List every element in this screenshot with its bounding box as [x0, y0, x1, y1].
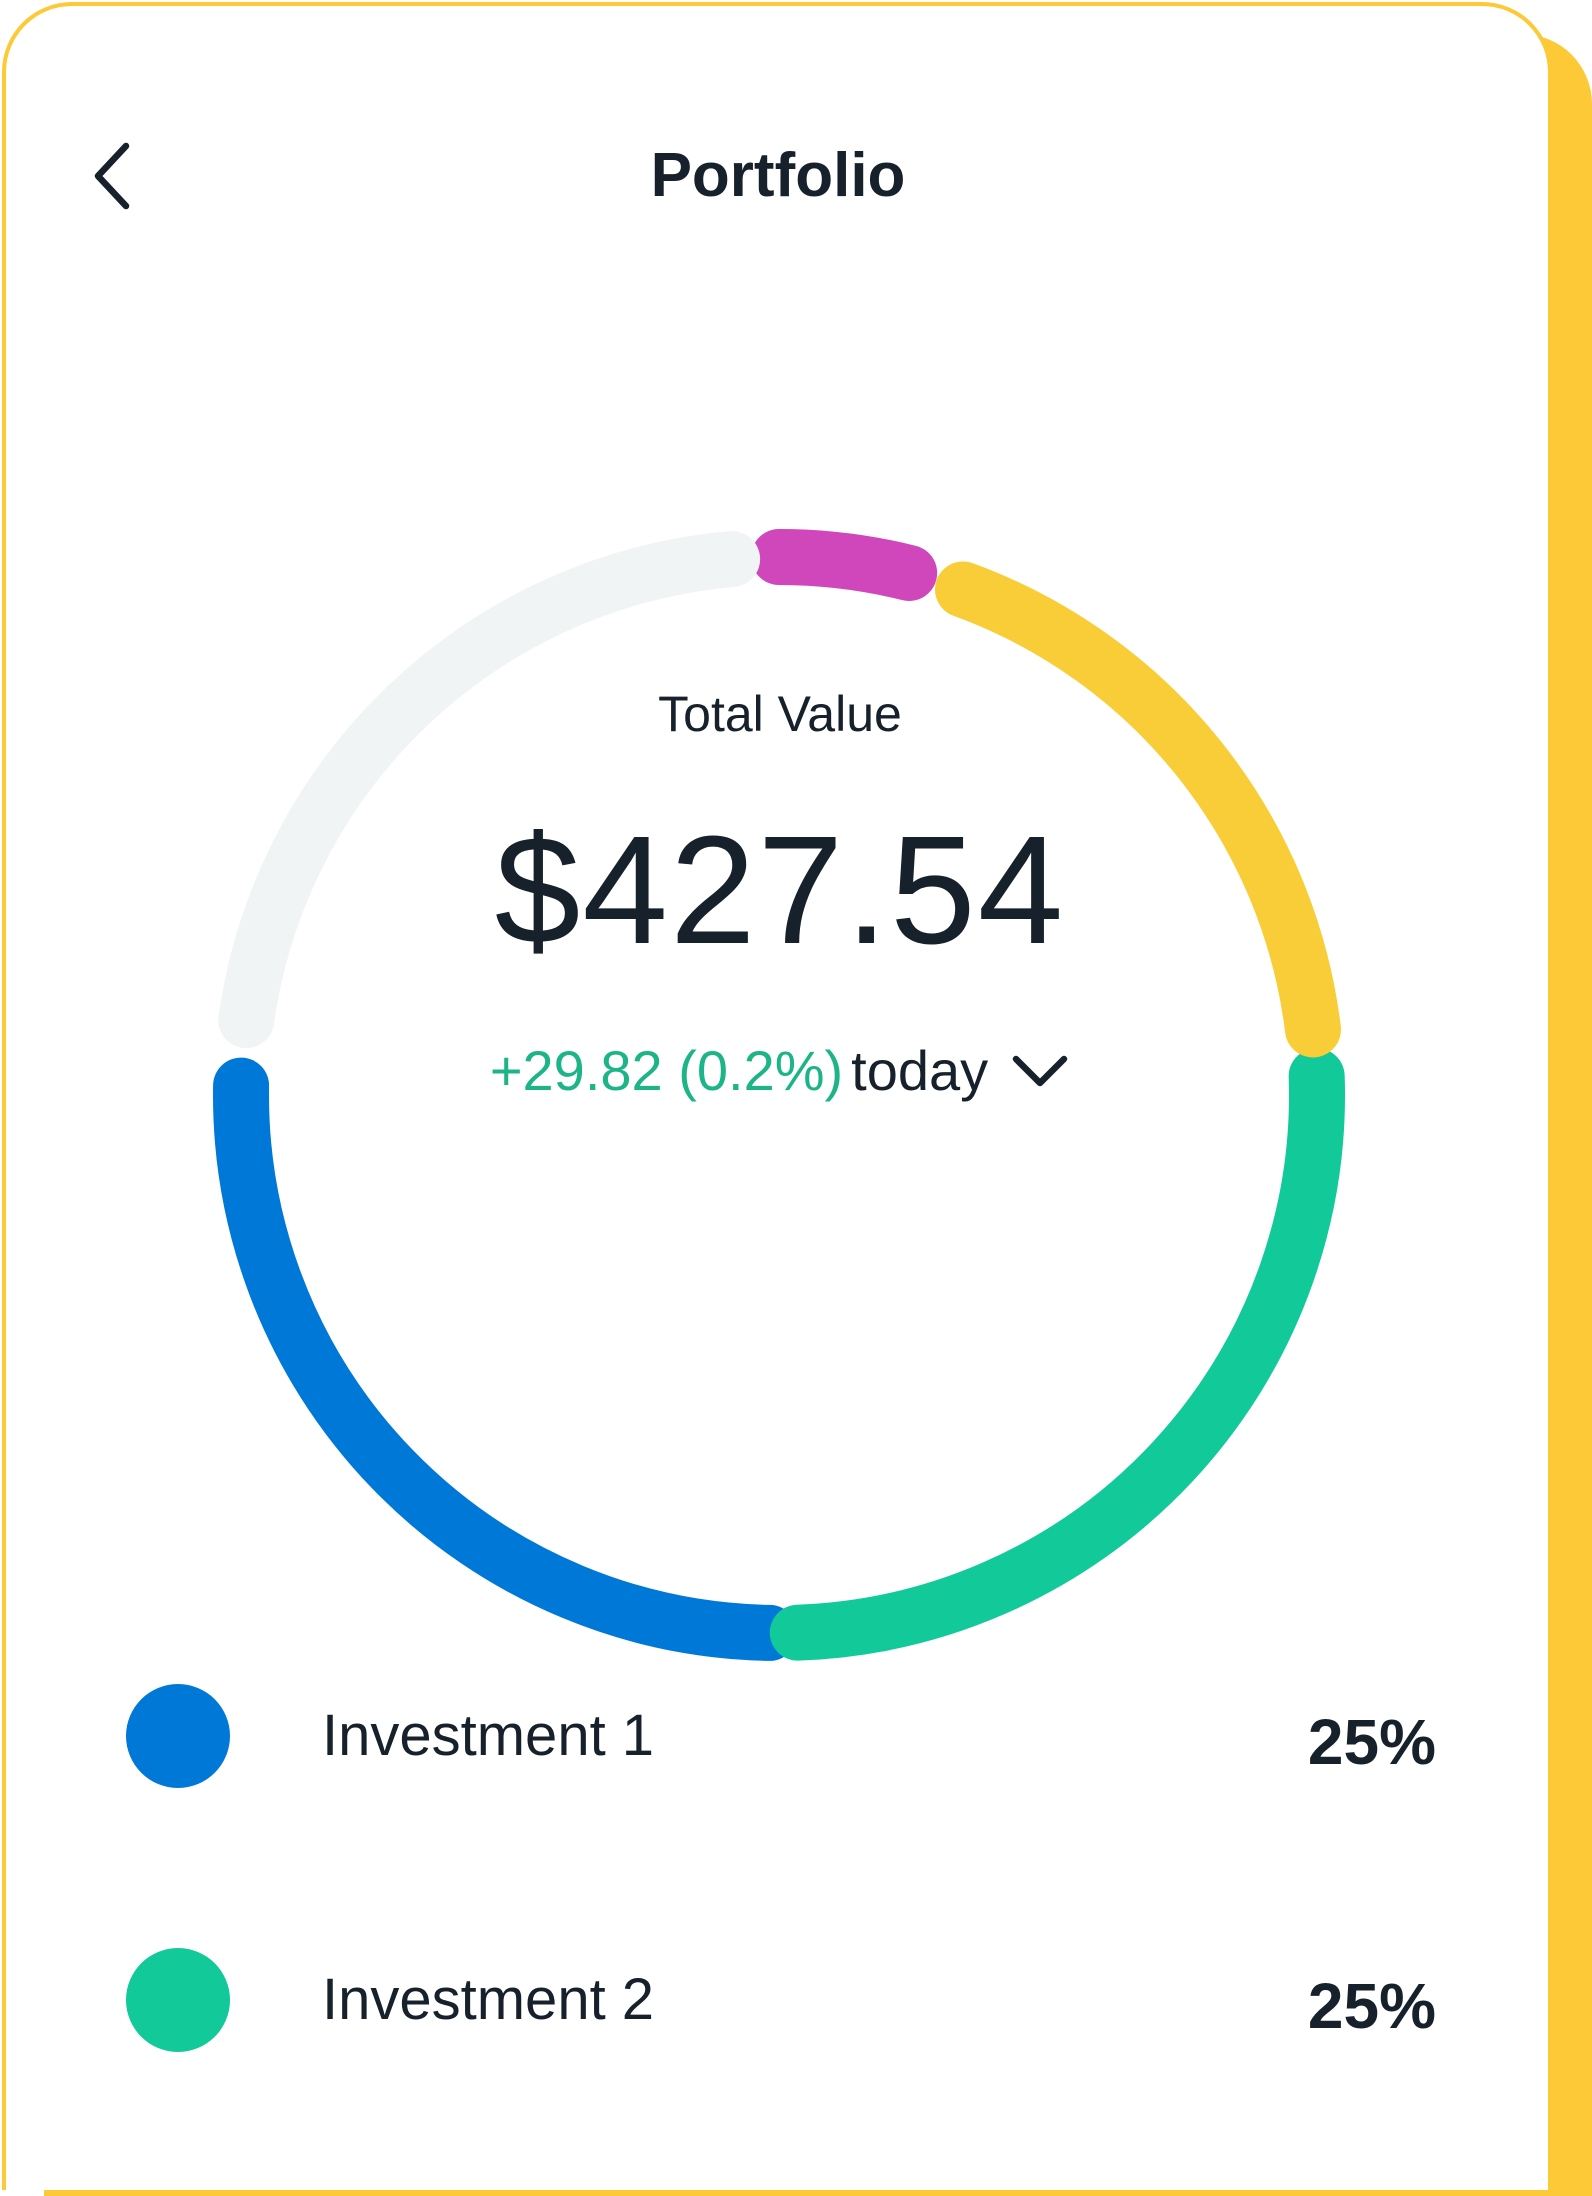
period-dropdown-button[interactable]: [1010, 1049, 1070, 1093]
change-period: today: [851, 1039, 989, 1102]
total-value-amount: $427.54: [494, 804, 1066, 976]
change-amount: +29.82 (0.2%): [489, 1039, 844, 1102]
legend-item-investment-1[interactable]: Investment 1 25%: [126, 1684, 1436, 1794]
legend-color-dot: [126, 1948, 230, 2052]
legend-percent: 25%: [1307, 1970, 1436, 2042]
legend-label: Investment 1: [322, 1703, 655, 1768]
page-title: Portfolio: [650, 141, 906, 210]
chevron-down-icon: [1012, 1055, 1068, 1087]
legend-percent: 25%: [1307, 1706, 1436, 1778]
legend-item-investment-2[interactable]: Investment 2 25%: [126, 1948, 1436, 2058]
legend-label: Investment 2: [322, 1967, 655, 2032]
legend-color-dot: [126, 1684, 230, 1788]
total-value-label: Total Value: [658, 686, 902, 742]
daily-change: +29.82 (0.2%) today: [0, 1036, 1560, 1106]
